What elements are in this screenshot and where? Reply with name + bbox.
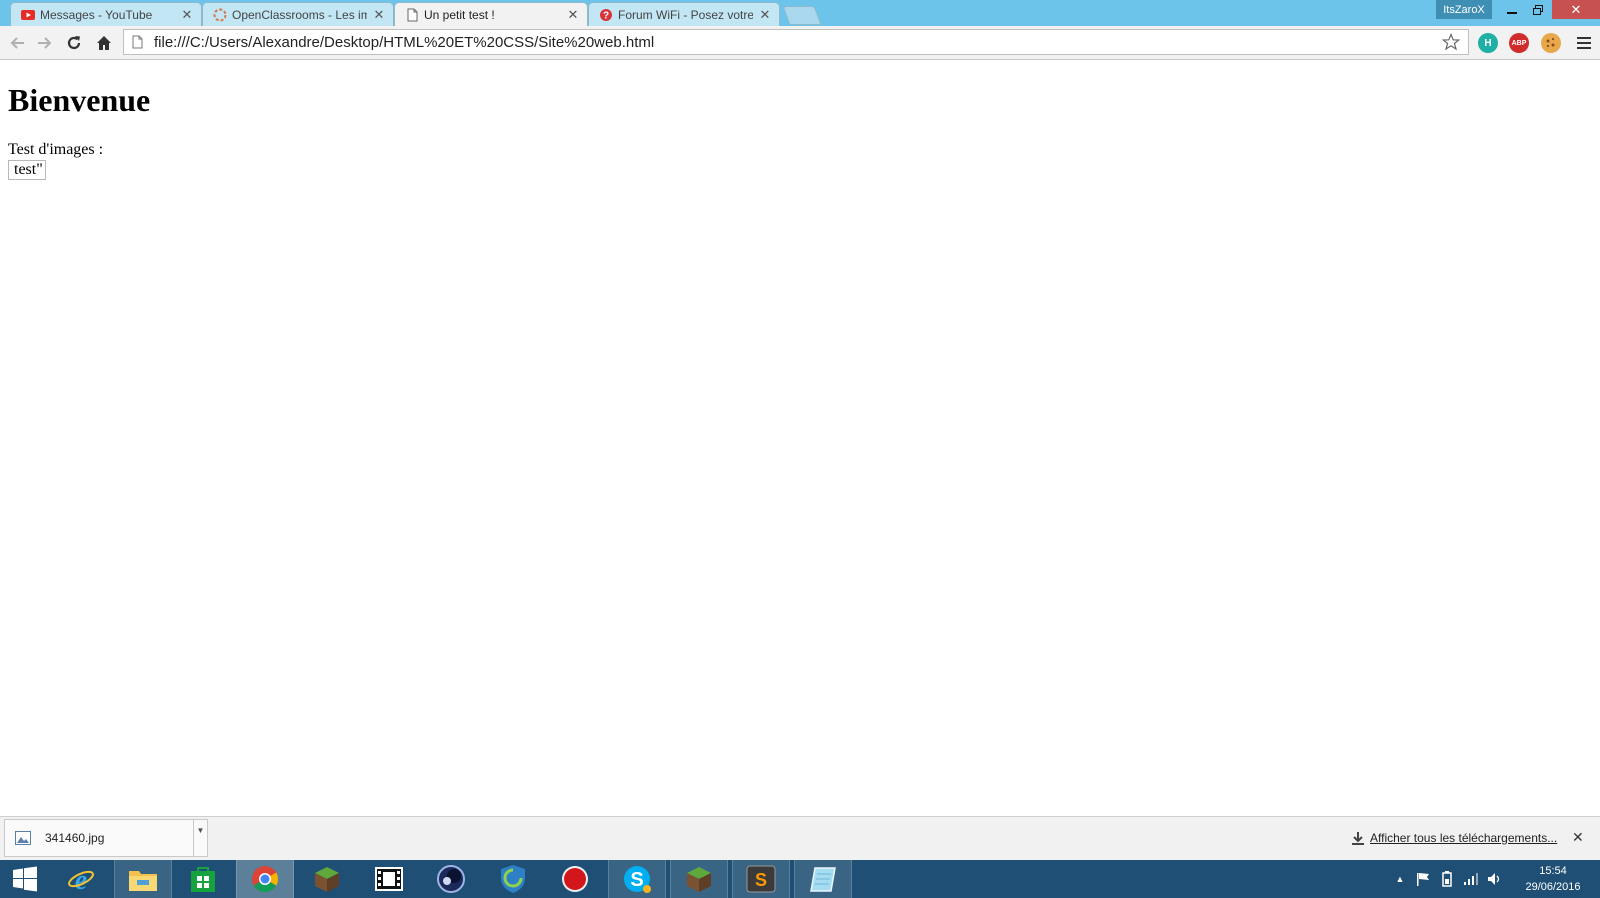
tab-title: Messages - YouTube bbox=[40, 7, 153, 22]
youtube-icon bbox=[21, 8, 35, 22]
svg-text:?: ? bbox=[603, 10, 609, 21]
profile-button[interactable]: ItsZaroX bbox=[1436, 0, 1492, 19]
action-center-flag-icon[interactable] bbox=[1414, 860, 1432, 898]
h-extension-label: H bbox=[1484, 37, 1492, 49]
clock-time: 15:54 bbox=[1539, 865, 1567, 877]
tab-close-icon[interactable]: ✕ bbox=[373, 7, 385, 23]
show-all-downloads-link[interactable]: Afficher tous les téléchargements... bbox=[1352, 831, 1557, 845]
volume-icon[interactable] bbox=[1486, 860, 1504, 898]
cookie-icon[interactable] bbox=[1541, 33, 1561, 53]
start-icon[interactable] bbox=[0, 860, 50, 898]
back-icon[interactable] bbox=[5, 31, 29, 55]
file-explorer-icon[interactable] bbox=[114, 860, 172, 898]
clock-date: 29/06/2016 bbox=[1525, 881, 1581, 893]
reload-icon[interactable] bbox=[62, 31, 86, 55]
show-hidden-icons[interactable]: ▲ bbox=[1392, 860, 1408, 898]
download-filename: 341460.jpg bbox=[45, 831, 105, 845]
tab-title: Un petit test ! bbox=[424, 7, 495, 22]
url-text[interactable]: file:///C:/Users/Alexandre/Desktop/HTML%… bbox=[154, 34, 1440, 51]
minecraft-icon[interactable] bbox=[670, 860, 728, 898]
show-all-downloads-label: Afficher tous les téléchargements... bbox=[1370, 831, 1558, 845]
page-content: Bienvenue Test d'images : test" bbox=[0, 60, 1600, 816]
windows-taskbar: e S S ▲ 15:54 29/06/2016 bbox=[0, 860, 1600, 898]
sublime-text-icon[interactable]: S bbox=[732, 860, 790, 898]
tab-un-petit-test[interactable]: Un petit test ! ✕ bbox=[394, 2, 588, 26]
tab-close-icon[interactable]: ✕ bbox=[759, 7, 771, 23]
tab-close-icon[interactable]: ✕ bbox=[181, 7, 193, 23]
browser-toolbar: file:///C:/Users/Alexandre/Desktop/HTML%… bbox=[0, 26, 1600, 60]
download-item[interactable]: 341460.jpg ▼ bbox=[4, 819, 208, 857]
page-heading: Bienvenue bbox=[8, 82, 151, 118]
svg-text:S: S bbox=[630, 869, 643, 891]
svg-text:e: e bbox=[75, 865, 87, 893]
test-images-label: Test d'images : bbox=[8, 141, 104, 158]
broken-image: test" bbox=[8, 160, 46, 180]
tab-close-icon[interactable]: ✕ bbox=[567, 7, 579, 23]
page-icon bbox=[132, 35, 148, 49]
restore-icon[interactable] bbox=[1524, 0, 1552, 19]
minecraft-icon[interactable] bbox=[298, 860, 356, 898]
tab-title: Forum WiFi - Posez votre bbox=[618, 7, 753, 22]
image-file-icon bbox=[15, 831, 31, 845]
download-shelf: 341460.jpg ▼ Afficher tous les télécharg… bbox=[0, 816, 1600, 860]
system-clock[interactable]: 15:54 29/06/2016 bbox=[1516, 863, 1590, 895]
tab-title: OpenClassrooms - Les im bbox=[232, 7, 367, 22]
forum-icon: ? bbox=[599, 8, 613, 22]
download-icon bbox=[1352, 831, 1364, 845]
battery-icon[interactable] bbox=[1438, 860, 1456, 898]
video-editor-icon[interactable] bbox=[360, 860, 418, 898]
image-alt-text: test" bbox=[14, 161, 43, 178]
download-options-icon[interactable]: ▼ bbox=[193, 820, 207, 856]
tab-openclassrooms[interactable]: OpenClassrooms - Les im ✕ bbox=[202, 2, 394, 26]
network-signal-icon[interactable] bbox=[1462, 860, 1480, 898]
adblock-plus-label: ABP bbox=[1511, 39, 1527, 47]
h-extension-icon[interactable]: H bbox=[1478, 33, 1498, 53]
chrome-icon[interactable] bbox=[236, 860, 294, 898]
notepad-icon[interactable] bbox=[794, 860, 852, 898]
minimize-icon[interactable] bbox=[1498, 0, 1526, 19]
adblock-plus-icon[interactable]: ABP bbox=[1509, 33, 1529, 53]
windows-store-icon[interactable] bbox=[174, 860, 232, 898]
title-bar: Messages - YouTube ✕ OpenClassrooms - Le… bbox=[0, 0, 1600, 26]
home-icon[interactable] bbox=[92, 31, 116, 55]
close-shelf-icon[interactable]: ✕ bbox=[1572, 829, 1584, 846]
tab-messages-youtube[interactable]: Messages - YouTube ✕ bbox=[10, 2, 202, 26]
cinema4d-icon[interactable] bbox=[422, 860, 480, 898]
internet-explorer-icon[interactable]: e bbox=[52, 860, 110, 898]
svg-text:S: S bbox=[755, 870, 767, 890]
window-close-icon[interactable]: ✕ bbox=[1552, 0, 1600, 19]
bookmark-star-icon[interactable] bbox=[1440, 33, 1462, 51]
tab-forum-wifi[interactable]: ? Forum WiFi - Posez votre ✕ bbox=[588, 2, 780, 26]
security-shield-icon[interactable] bbox=[484, 860, 542, 898]
menu-icon[interactable] bbox=[1572, 31, 1596, 55]
new-tab-button[interactable] bbox=[782, 6, 822, 25]
openclassrooms-icon bbox=[213, 8, 227, 22]
page-icon bbox=[405, 8, 419, 22]
address-bar[interactable]: file:///C:/Users/Alexandre/Desktop/HTML%… bbox=[123, 29, 1469, 55]
forward-icon[interactable] bbox=[33, 31, 57, 55]
skype-icon[interactable]: S bbox=[608, 860, 666, 898]
page-paragraph: Test d'images : test" bbox=[8, 140, 103, 180]
record-icon[interactable] bbox=[546, 860, 604, 898]
